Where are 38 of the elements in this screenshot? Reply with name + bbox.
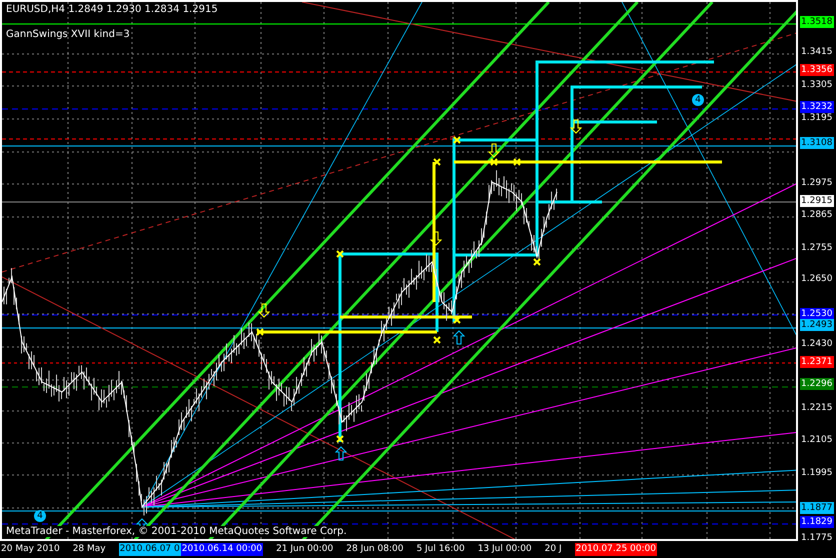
time-label: 2010.06.07 0 [118,543,181,556]
time-tick: 28 Jun 08:00 [346,543,404,556]
time-tick: 21 Jun 00:00 [276,543,334,556]
price-label: 1.2493 [800,319,834,332]
price-tick: 1.2105 [801,434,832,446]
price-label: 1.1877 [800,502,834,514]
price-tick: 1.3305 [801,79,832,92]
time-tick: 20 May 2010 [1,543,60,556]
price-tick: 1.3195 [801,112,832,124]
price-label: 1.3356 [800,64,834,76]
time-label: 2010.07.25 00:00 [574,543,657,556]
price-label: 1.3518 [800,16,834,28]
price-tick: 1.1775 [801,532,832,544]
time-tick: 20 J [544,543,562,556]
price-label: 1.2530 [800,308,834,320]
time-label: 2010.06.14 00:00 [180,543,264,556]
indicator-name: GannSwings XVII kind=3 [6,29,130,40]
price-label: 1.2296 [800,378,834,390]
price-tick: 1.3415 [801,46,832,58]
price-tick: 1.2650 [801,272,832,285]
price-label: 1.1829 [800,516,834,528]
price-label: 1.2915 [800,194,834,206]
price-tick: 1.1995 [801,466,832,479]
price-label: 1.2371 [800,356,834,368]
price-tick: 1.2865 [801,209,832,222]
price-label: 1.3108 [800,137,834,150]
price-tick: 1.2430 [801,338,832,350]
copyright-text: MetaTrader - Masterforex, © 2001-2010 MetaQuotes Software Corp. [6,526,347,537]
time-tick: 28 May [72,543,106,556]
price-tick: 1.2755 [801,242,832,254]
symbol-quote: EURUSD,H4 1.2849 1.2930 1.2834 1.2915 [6,4,218,15]
wave-mark: 4 [692,94,704,106]
wave-mark: 4 [34,510,46,522]
price-label: 1.3232 [800,100,834,113]
price-tick: 1.2215 [801,402,832,414]
time-tick: 13 Jul 00:00 [478,543,532,556]
time-tick: 5 Jul 16:00 [416,543,465,556]
price-tick: 1.2975 [801,176,832,189]
